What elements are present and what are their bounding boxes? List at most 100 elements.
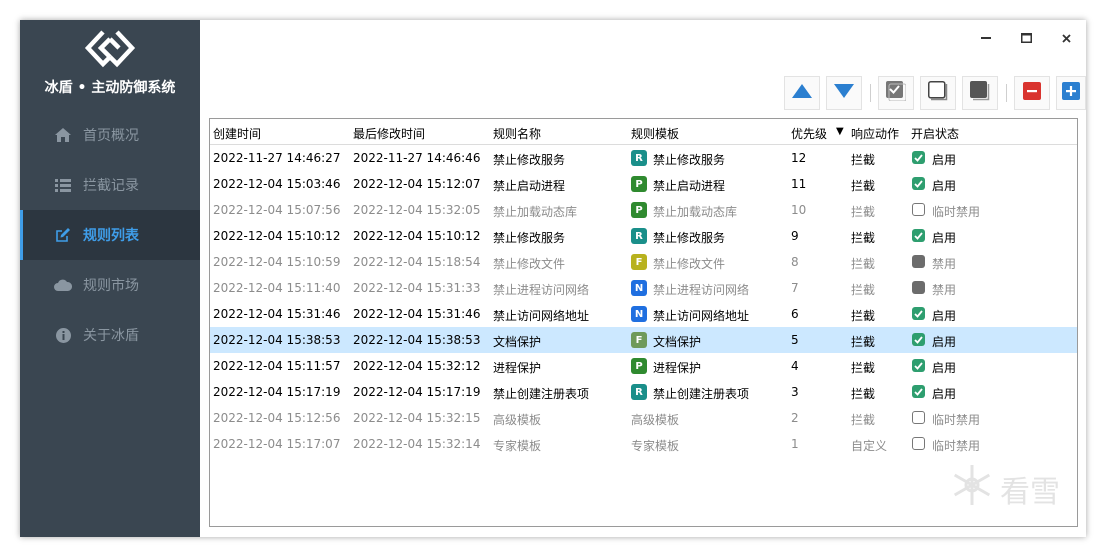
status-checkbox-empty-icon[interactable] bbox=[912, 437, 925, 450]
cell-created: 2022-12-04 15:11:57 bbox=[213, 359, 341, 373]
template-type-f-icon: F bbox=[631, 254, 647, 270]
column-header-template[interactable]: 规则模板 bbox=[631, 125, 679, 142]
column-header-created[interactable]: 创建时间 bbox=[213, 125, 261, 142]
cell-priority: 2 bbox=[791, 411, 799, 425]
add-button[interactable] bbox=[1056, 76, 1086, 110]
sidebar-item-records[interactable]: 拦截记录 bbox=[20, 160, 200, 210]
checkbox-empty-icon bbox=[928, 81, 948, 105]
table-row[interactable]: 2022-12-04 15:31:46 2022-12-04 15:31:46 禁止… bbox=[210, 301, 1077, 327]
app-logo-icon bbox=[83, 28, 137, 68]
status-checkbox-filled-icon[interactable] bbox=[912, 281, 925, 294]
cell-action: 拦截 bbox=[851, 413, 876, 427]
cell-name: 禁止修改服务 bbox=[493, 231, 566, 245]
cell-action: 自定义 bbox=[851, 439, 888, 453]
cell-name: 高级模板 bbox=[493, 413, 542, 427]
cell-priority: 1 bbox=[791, 437, 799, 451]
enable-all-button[interactable] bbox=[878, 76, 914, 110]
cell-created: 2022-11-27 14:46:27 bbox=[213, 151, 341, 165]
template-type-n-icon: N bbox=[631, 280, 647, 296]
cell-priority: 10 bbox=[791, 203, 807, 217]
delete-button[interactable] bbox=[1014, 76, 1050, 110]
sidebar-item-about[interactable]: 关于冰盾 bbox=[20, 310, 200, 360]
snowflake-icon bbox=[950, 463, 994, 515]
watermark: 看雪 bbox=[950, 463, 1060, 515]
rules-table[interactable]: 创建时间 最后修改时间 规则名称 规则模板 优先级 ▼ 响应动作 开启状态 20… bbox=[209, 118, 1078, 527]
cell-priority: 6 bbox=[791, 307, 799, 321]
cell-priority: 5 bbox=[791, 333, 799, 347]
cell-status: 启用 bbox=[932, 361, 957, 375]
cell-template: 禁止创建注册表项 bbox=[653, 387, 750, 401]
cell-name: 禁止修改服务 bbox=[493, 153, 566, 167]
list-icon bbox=[53, 175, 73, 195]
status-checkbox-empty-icon[interactable] bbox=[912, 411, 925, 424]
table-row[interactable]: 2022-12-04 15:11:40 2022-12-04 15:31:33 禁止… bbox=[210, 275, 1077, 301]
status-checkbox-checked-icon[interactable] bbox=[912, 151, 925, 164]
maximize-button[interactable] bbox=[1016, 28, 1036, 48]
status-checkbox-checked-icon[interactable] bbox=[912, 177, 925, 190]
cell-action: 拦截 bbox=[851, 153, 876, 167]
edit-icon bbox=[53, 225, 73, 245]
cell-modified: 2022-12-04 15:31:33 bbox=[353, 281, 481, 295]
cell-modified: 2022-12-04 15:10:12 bbox=[353, 229, 481, 243]
cell-modified: 2022-12-04 15:32:12 bbox=[353, 359, 481, 373]
cell-status: 启用 bbox=[932, 153, 957, 167]
template-type-n-icon: N bbox=[631, 306, 647, 322]
cell-action: 拦截 bbox=[851, 361, 876, 375]
move-down-button[interactable] bbox=[826, 76, 862, 110]
triangle-up-icon bbox=[791, 83, 813, 103]
status-checkbox-empty-icon[interactable] bbox=[912, 203, 925, 216]
sort-desc-icon: ▼ bbox=[836, 126, 844, 137]
cell-priority: 3 bbox=[791, 385, 799, 399]
checkbox-checked-icon bbox=[886, 81, 907, 105]
triangle-down-icon bbox=[833, 83, 855, 103]
table-row[interactable]: 2022-12-04 15:17:19 2022-12-04 15:17:19 禁止… bbox=[210, 379, 1077, 405]
cell-name: 文档保护 bbox=[493, 335, 542, 349]
sidebar-item-market[interactable]: 规则市场 bbox=[20, 260, 200, 310]
toolbar-divider bbox=[870, 84, 871, 102]
cell-status: 启用 bbox=[932, 387, 957, 401]
status-checkbox-checked-icon[interactable] bbox=[912, 359, 925, 372]
table-row[interactable]: 2022-11-27 14:46:27 2022-11-27 14:46:46 禁止… bbox=[210, 145, 1077, 171]
table-row[interactable]: 2022-12-04 15:17:07 2022-12-04 15:32:14 专家… bbox=[210, 431, 1077, 457]
table-row[interactable]: 2022-12-04 15:03:46 2022-12-04 15:12:07 禁止… bbox=[210, 171, 1077, 197]
table-row[interactable]: 2022-12-04 15:38:53 2022-12-04 15:38:53 文档… bbox=[210, 327, 1077, 353]
table-row[interactable]: 2022-12-04 15:10:12 2022-12-04 15:10:12 禁止… bbox=[210, 223, 1077, 249]
status-checkbox-checked-icon[interactable] bbox=[912, 333, 925, 346]
cell-modified: 2022-12-04 15:38:53 bbox=[353, 333, 481, 347]
cell-template: 禁止修改文件 bbox=[653, 257, 726, 271]
minimize-button[interactable] bbox=[976, 28, 996, 48]
cell-status: 禁用 bbox=[932, 283, 957, 297]
column-header-name[interactable]: 规则名称 bbox=[493, 125, 541, 142]
app-window: 冰盾 • 主动防御系统 首页概况 拦截记录 规则列表 规则市场 关于冰盾 创建时… bbox=[20, 20, 1086, 537]
plus-icon bbox=[1062, 82, 1080, 104]
table-row[interactable]: 2022-12-04 15:11:57 2022-12-04 15:32:12 进程… bbox=[210, 353, 1077, 379]
disable-all-button[interactable] bbox=[962, 76, 998, 110]
column-header-action[interactable]: 响应动作 bbox=[851, 125, 899, 142]
cell-created: 2022-12-04 15:31:46 bbox=[213, 307, 341, 321]
column-header-modified[interactable]: 最后修改时间 bbox=[353, 125, 425, 142]
column-header-priority[interactable]: 优先级 bbox=[791, 125, 827, 142]
status-checkbox-checked-icon[interactable] bbox=[912, 307, 925, 320]
cell-action: 拦截 bbox=[851, 257, 876, 271]
cell-created: 2022-12-04 15:12:56 bbox=[213, 411, 341, 425]
table-row[interactable]: 2022-12-04 15:12:56 2022-12-04 15:32:15 高级… bbox=[210, 405, 1077, 431]
cell-status: 临时禁用 bbox=[932, 413, 981, 427]
cell-status: 启用 bbox=[932, 335, 957, 349]
cell-modified: 2022-12-04 15:12:07 bbox=[353, 177, 481, 191]
cell-action: 拦截 bbox=[851, 335, 876, 349]
cell-created: 2022-12-04 15:07:56 bbox=[213, 203, 341, 217]
cell-status: 临时禁用 bbox=[932, 205, 981, 219]
cell-name: 禁止访问网络地址 bbox=[493, 309, 590, 323]
close-button[interactable] bbox=[1056, 28, 1076, 48]
table-row[interactable]: 2022-12-04 15:10:59 2022-12-04 15:18:54 禁止… bbox=[210, 249, 1077, 275]
sidebar-item-home[interactable]: 首页概况 bbox=[20, 110, 200, 160]
table-row[interactable]: 2022-12-04 15:07:56 2022-12-04 15:32:05 禁止… bbox=[210, 197, 1077, 223]
status-checkbox-filled-icon[interactable] bbox=[912, 255, 925, 268]
sidebar-item-rules[interactable]: 规则列表 bbox=[20, 210, 200, 260]
move-up-button[interactable] bbox=[784, 76, 820, 110]
status-checkbox-checked-icon[interactable] bbox=[912, 385, 925, 398]
status-checkbox-checked-icon[interactable] bbox=[912, 229, 925, 242]
temp-disable-all-button[interactable] bbox=[920, 76, 956, 110]
column-header-status[interactable]: 开启状态 bbox=[911, 125, 959, 142]
cell-template: 高级模板 bbox=[631, 413, 680, 427]
